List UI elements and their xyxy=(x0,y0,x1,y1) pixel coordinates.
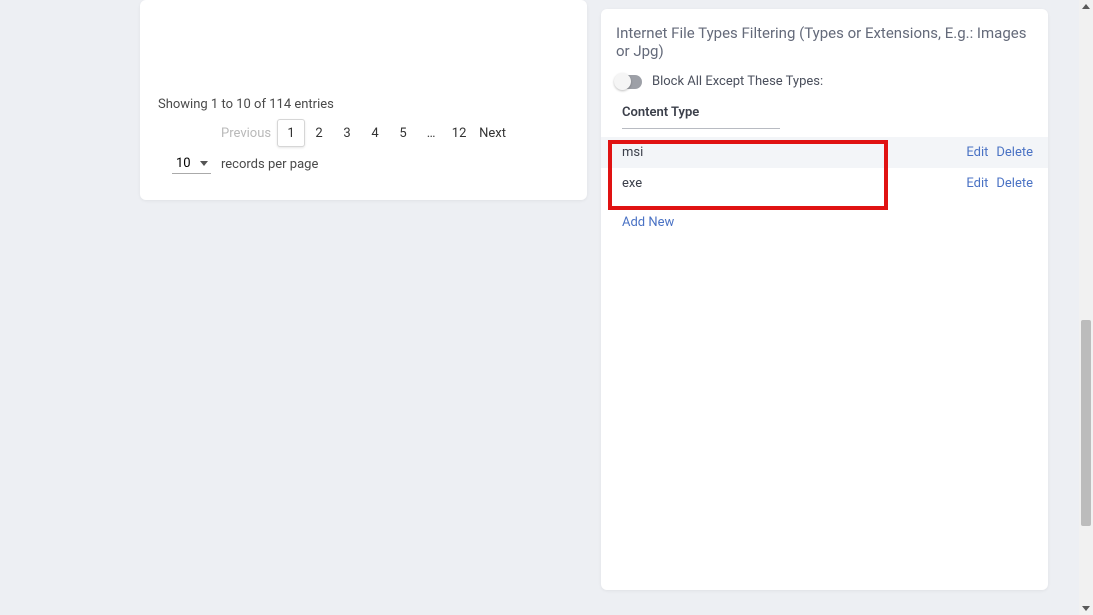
table-row: msi Edit Delete xyxy=(601,137,1048,168)
page-ellipsis: … xyxy=(417,119,445,147)
add-new-link[interactable]: Add New xyxy=(601,199,689,230)
page-12-button[interactable]: 12 xyxy=(445,119,473,147)
edit-link[interactable]: Edit xyxy=(966,176,988,191)
next-button[interactable]: Next xyxy=(473,119,512,147)
scrollbar-thumb[interactable] xyxy=(1081,320,1091,526)
delete-link[interactable]: Delete xyxy=(996,176,1033,191)
right-card: Internet File Types Filtering (Types or … xyxy=(601,9,1048,590)
left-card: Showing 1 to 10 of 114 entries Previous … xyxy=(140,0,587,200)
scroll-down-icon[interactable] xyxy=(1082,606,1090,611)
content-type-input-underline[interactable] xyxy=(622,128,780,129)
records-label: records per page xyxy=(221,157,318,172)
file-type-value: msi xyxy=(622,145,958,160)
table-row: exe Edit Delete xyxy=(601,168,1048,199)
records-per-page: 10 records per page xyxy=(172,154,318,174)
delete-link[interactable]: Delete xyxy=(996,145,1033,160)
records-select[interactable]: 10 xyxy=(172,154,207,173)
content-type-header: Content Type xyxy=(601,103,1048,128)
page-1-button[interactable]: 1 xyxy=(277,119,305,147)
panel-title: Internet File Types Filtering (Types or … xyxy=(601,9,1048,74)
previous-button[interactable]: Previous xyxy=(215,119,277,147)
block-all-label: Block All Except These Types: xyxy=(652,74,823,89)
block-toggle-row: Block All Except These Types: xyxy=(601,74,1048,103)
page-3-button[interactable]: 3 xyxy=(333,119,361,147)
pagination: Previous 1 2 3 4 5 … 12 Next xyxy=(140,119,587,147)
scrollbar-track[interactable] xyxy=(1079,0,1093,615)
entries-summary: Showing 1 to 10 of 114 entries xyxy=(158,97,334,112)
page-5-button[interactable]: 5 xyxy=(389,119,417,147)
page-4-button[interactable]: 4 xyxy=(361,119,389,147)
scroll-up-icon[interactable] xyxy=(1082,4,1090,9)
file-type-value: exe xyxy=(622,176,958,191)
page-2-button[interactable]: 2 xyxy=(305,119,333,147)
edit-link[interactable]: Edit xyxy=(966,145,988,160)
block-all-toggle[interactable] xyxy=(616,75,642,89)
